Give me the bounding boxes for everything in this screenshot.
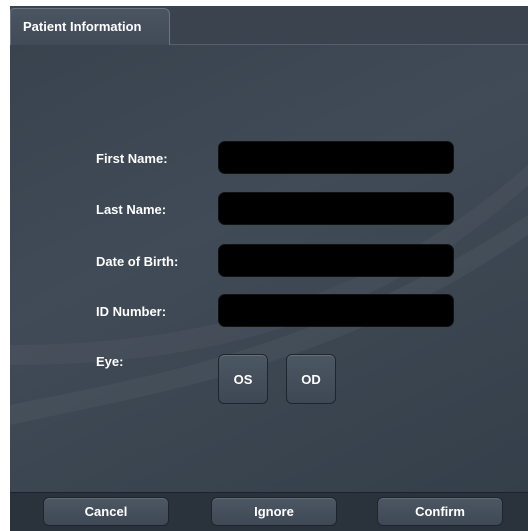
tab-bar: Patient Information (10, 6, 528, 45)
date-of-birth-field[interactable] (218, 244, 454, 277)
eye-os-button[interactable]: OS (218, 354, 268, 404)
tab-patient-information[interactable]: Patient Information (10, 8, 170, 45)
form-panel: First Name: Last Name: Date of Birth: ID… (10, 45, 528, 492)
eye-od-button[interactable]: OD (286, 354, 336, 404)
eye-label: Eye: (96, 354, 124, 369)
first-name-label: First Name: (96, 151, 168, 166)
last-name-label: Last Name: (96, 202, 167, 217)
footer-bar: Cancel Ignore Confirm (10, 492, 528, 531)
id-number-field[interactable] (218, 294, 454, 327)
id-number-label: ID Number: (96, 304, 167, 319)
cancel-button[interactable]: Cancel (43, 497, 169, 526)
first-name-field[interactable] (218, 141, 454, 174)
confirm-button[interactable]: Confirm (377, 497, 503, 526)
patient-information-dialog: Patient Information First Name: Last Nam… (10, 6, 528, 531)
date-of-birth-label: Date of Birth: (96, 254, 179, 269)
ignore-button[interactable]: Ignore (211, 497, 337, 526)
last-name-field[interactable] (218, 192, 454, 225)
